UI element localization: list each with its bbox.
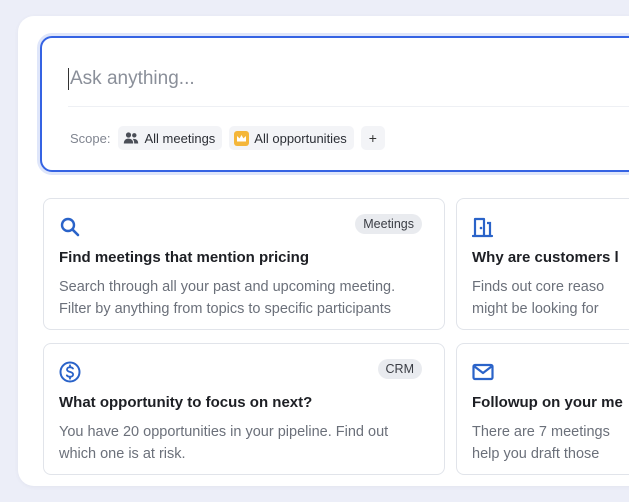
ask-divider bbox=[68, 106, 629, 107]
mail-icon bbox=[472, 361, 494, 383]
door-exit-icon bbox=[471, 216, 494, 238]
people-icon bbox=[123, 131, 139, 145]
dollar-icon bbox=[59, 361, 81, 383]
suggestion-card-churn[interactable]: Why are customers l Finds out core reaso… bbox=[456, 198, 629, 330]
ask-input[interactable] bbox=[68, 66, 629, 92]
card-description: You have 20 opportunities in your pipeli… bbox=[59, 424, 389, 462]
card-title: Find meetings that mention pricing bbox=[59, 249, 310, 266]
scope-chip-all-meetings[interactable]: All meetings bbox=[118, 126, 223, 150]
suggestion-card-followup[interactable]: Followup on your me There are 7 meetings… bbox=[456, 343, 629, 475]
card-description: Finds out core reaso might be looking fo… bbox=[472, 279, 605, 317]
suggestion-card-pricing[interactable]: Meetings Find meetings that mention pric… bbox=[43, 198, 445, 330]
text-caret bbox=[68, 68, 69, 90]
scope-label: Scope: bbox=[70, 130, 111, 146]
category-badge: Meetings bbox=[355, 214, 422, 234]
category-badge: CRM bbox=[377, 359, 422, 379]
suggestion-card-opportunity[interactable]: CRM What opportunity to focus on next? Y… bbox=[43, 343, 445, 475]
chip-label: All opportunities bbox=[254, 130, 347, 146]
scope-row: Scope: All meetings All opportunities + bbox=[70, 126, 392, 150]
card-title: Why are customers l bbox=[472, 249, 619, 266]
card-description: There are 7 meetings help you draft thos… bbox=[472, 424, 610, 462]
card-description: Search through all your past and upcomin… bbox=[59, 279, 396, 317]
search-icon bbox=[59, 216, 81, 238]
scope-chip-all-opportunities[interactable]: All opportunities bbox=[229, 126, 354, 150]
assistant-panel: Scope: All meetings bbox=[18, 16, 629, 486]
ask-box[interactable]: Scope: All meetings bbox=[40, 36, 629, 172]
crown-icon bbox=[234, 130, 250, 146]
card-title: Followup on your me bbox=[472, 394, 623, 411]
add-scope-button[interactable]: + bbox=[360, 126, 385, 150]
chip-label: All meetings bbox=[144, 130, 216, 146]
card-title: What opportunity to focus on next? bbox=[59, 394, 313, 411]
